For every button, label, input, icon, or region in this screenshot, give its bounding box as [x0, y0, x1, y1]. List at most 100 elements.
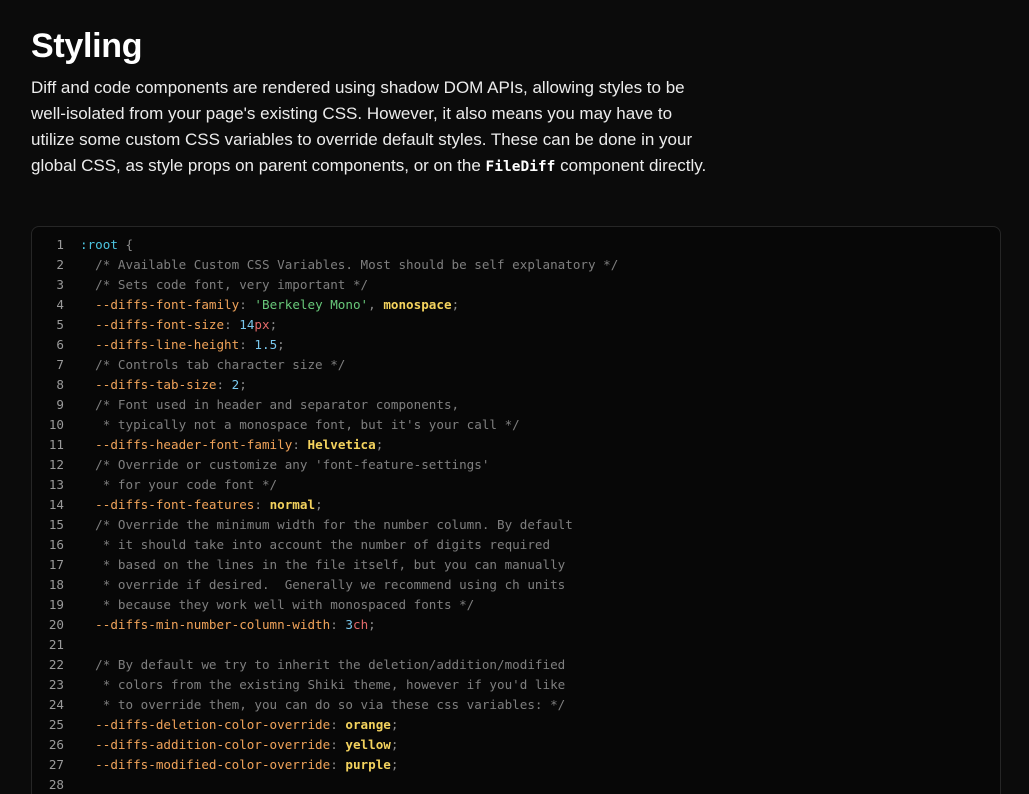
line-source: /* Font used in header and separator com… [64, 395, 459, 415]
line-source: * typically not a monospace font, but it… [64, 415, 520, 435]
code-line: 19 * because they work well with monospa… [32, 595, 1000, 615]
code-token: /* Available Custom CSS Variables. Most … [80, 257, 619, 272]
code-line: 1:root { [32, 235, 1000, 255]
line-source: --diffs-deletion-color-override: orange; [64, 715, 398, 735]
code-line: 9 /* Font used in header and separator c… [32, 395, 1000, 415]
line-source: /* By default we try to inherit the dele… [64, 655, 565, 675]
code-line: 12 /* Override or customize any 'font-fe… [32, 455, 1000, 475]
code-token: ; [315, 497, 323, 512]
code-token: purple [345, 757, 391, 772]
code-token: Helvetica [307, 437, 376, 452]
line-source: --diffs-addition-color-override: yellow; [64, 735, 398, 755]
line-number: 25 [48, 717, 64, 732]
line-number: 26 [48, 737, 64, 752]
styling-section: Styling Diff and code components are ren… [31, 24, 1011, 180]
code-token: /* Override or customize any 'font-featu… [80, 457, 490, 472]
code-token: ; [451, 297, 460, 312]
code-token: ; [368, 617, 376, 632]
line-source: --diffs-font-size: 14px; [64, 315, 277, 335]
line-source: /* Controls tab character size */ [64, 355, 345, 375]
line-number: 16 [48, 537, 64, 552]
code-token: : [330, 617, 346, 632]
line-source: :root { [64, 235, 133, 255]
code-line: 18 * override if desired. Generally we r… [32, 575, 1000, 595]
code-line: 13 * for your code font */ [32, 475, 1000, 495]
code-line: 20 --diffs-min-number-column-width: 3ch; [32, 615, 1000, 635]
line-source: * for your code font */ [64, 475, 277, 495]
code-token: : [254, 497, 270, 512]
code-line: 23 * colors from the existing Shiki them… [32, 675, 1000, 695]
code-token: --diffs-min-number-column-width [80, 617, 331, 632]
code-token: --diffs-font-size [80, 317, 225, 332]
code-token: * to override them, you can do so via th… [80, 697, 566, 712]
code-line: 10 * typically not a monospace font, but… [32, 415, 1000, 435]
code-token: /* By default we try to inherit the dele… [80, 657, 566, 672]
code-token: --diffs-deletion-color-override [80, 717, 331, 732]
filediff-inline-code: FileDiff [485, 159, 556, 175]
code-token: --diffs-font-features [80, 497, 255, 512]
line-number: 28 [48, 777, 64, 792]
line-number: 19 [48, 597, 64, 612]
code-token: --diffs-modified-color-override [80, 757, 331, 772]
line-number: 17 [48, 557, 64, 572]
code-line: 2 /* Available Custom CSS Variables. Mos… [32, 255, 1000, 275]
code-token: * override if desired. Generally we reco… [80, 577, 566, 592]
line-source: --diffs-line-height: 1.5; [64, 335, 285, 355]
code-token: --diffs-font-family [80, 297, 240, 312]
line-number: 7 [56, 357, 64, 372]
code-line: 16 * it should take into account the num… [32, 535, 1000, 555]
code-token: ; [239, 377, 247, 392]
line-source: /* Sets code font, very important */ [64, 275, 368, 295]
code-token: normal [269, 497, 316, 512]
code-token: --diffs-addition-color-override [80, 737, 331, 752]
code-token: /* Font used in header and separator com… [80, 397, 460, 412]
line-number: 5 [56, 317, 64, 332]
line-source: --diffs-min-number-column-width: 3ch; [64, 615, 376, 635]
line-source: --diffs-modified-color-override: purple; [64, 755, 398, 775]
line-source: * it should take into account the number… [64, 535, 550, 555]
code-token: ; [390, 757, 399, 772]
line-source: * colors from the existing Shiki theme, … [64, 675, 566, 695]
line-number: 10 [48, 417, 64, 432]
code-line: 25 --diffs-deletion-color-override: oran… [32, 715, 1000, 735]
code-token: ; [269, 317, 278, 332]
line-number: 6 [56, 337, 64, 352]
code-token: : [330, 717, 346, 732]
code-token: /* Override the minimum width for the nu… [80, 517, 573, 532]
code-token: ; [277, 337, 285, 352]
code-line: 7 /* Controls tab character size */ [32, 355, 1000, 375]
code-token: ; [390, 717, 399, 732]
code-token: * colors from the existing Shiki theme, … [80, 677, 566, 692]
line-number: 22 [48, 657, 64, 672]
code-token: { [117, 237, 134, 252]
css-code-block[interactable]: 1:root {2 /* Available Custom CSS Variab… [31, 226, 1001, 794]
code-token: : [239, 297, 255, 312]
code-token: yellow [345, 737, 391, 752]
line-number: 13 [48, 477, 64, 492]
code-line: 3 /* Sets code font, very important */ [32, 275, 1000, 295]
code-token: /* Sets code font, very important */ [80, 277, 369, 292]
code-token: --diffs-tab-size [80, 377, 217, 392]
code-line: 14 --diffs-font-features: normal; [32, 495, 1000, 515]
section-heading: Styling [31, 27, 143, 65]
code-line: 11 --diffs-header-font-family: Helvetica… [32, 435, 1000, 455]
code-token: orange [345, 717, 391, 732]
code-token: : [224, 317, 240, 332]
code-token: , [368, 297, 384, 312]
code-line: 21 [32, 635, 1000, 655]
line-source: /* Available Custom CSS Variables. Most … [64, 255, 618, 275]
code-line: 22 /* By default we try to inherit the d… [32, 655, 1000, 675]
line-number: 23 [48, 677, 64, 692]
line-number: 12 [48, 457, 64, 472]
line-number: 8 [56, 377, 64, 392]
line-number: 15 [48, 517, 64, 532]
line-source: * based on the lines in the file itself,… [64, 555, 566, 575]
code-token: --diffs-header-font-family [80, 437, 293, 452]
code-token: px [254, 317, 270, 332]
code-token: ch [352, 617, 369, 632]
line-number: 18 [48, 577, 64, 592]
code-line: 4 --diffs-font-family: 'Berkeley Mono', … [32, 295, 1000, 315]
code-token: 'Berkeley Mono' [254, 297, 369, 312]
code-token: --diffs-line-height [80, 337, 240, 352]
line-source: --diffs-tab-size: 2; [64, 375, 247, 395]
